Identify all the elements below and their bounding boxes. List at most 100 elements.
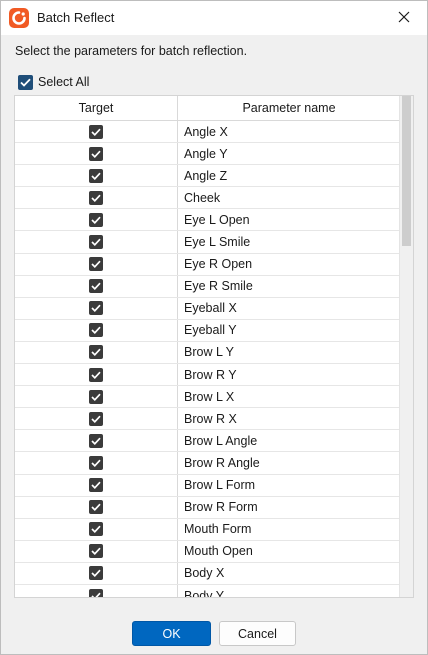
table-row[interactable]: Eye L Smile [15, 231, 400, 254]
target-checkbox[interactable] [89, 146, 103, 161]
table-row[interactable]: Mouth Open [15, 540, 400, 563]
target-checkbox[interactable] [89, 588, 103, 597]
target-checkbox[interactable] [89, 168, 103, 183]
select-all-label: Select All [38, 75, 90, 89]
target-cell [15, 474, 178, 496]
target-checkbox[interactable] [89, 279, 103, 294]
target-checkbox[interactable] [89, 500, 103, 515]
target-cell [15, 165, 178, 187]
table-row[interactable]: Angle X [15, 121, 400, 144]
target-cell [15, 408, 178, 430]
target-cell [15, 319, 178, 341]
parameter-name-cell: Mouth Form [184, 522, 252, 537]
close-icon [398, 11, 410, 26]
scrollbar-thumb[interactable] [402, 96, 411, 246]
parameter-name-cell: Brow R Form [184, 500, 258, 515]
table-row[interactable]: Angle Z [15, 165, 400, 188]
target-checkbox[interactable] [89, 124, 103, 139]
checkbox-checked-icon[interactable] [18, 74, 33, 90]
table-row[interactable]: Brow R Angle [15, 452, 400, 475]
target-cell [15, 452, 178, 474]
table-row[interactable]: Brow L Angle [15, 430, 400, 453]
column-header-target[interactable]: Target [15, 96, 178, 120]
target-checkbox[interactable] [89, 455, 103, 470]
target-cell [15, 143, 178, 165]
target-cell [15, 275, 178, 297]
parameter-name-cell: Mouth Open [184, 544, 253, 559]
select-all-checkbox[interactable]: Select All [18, 73, 89, 91]
table-row[interactable]: Brow L Form [15, 474, 400, 497]
parameter-name-cell: Brow R Y [184, 367, 237, 382]
target-checkbox[interactable] [89, 522, 103, 537]
target-cell [15, 518, 178, 540]
table-row[interactable]: Cheek [15, 187, 400, 210]
target-checkbox[interactable] [89, 301, 103, 316]
target-checkbox[interactable] [89, 544, 103, 559]
table-row[interactable]: Brow R X [15, 408, 400, 431]
target-cell [15, 540, 178, 562]
parameter-name-cell: Body Y [184, 588, 225, 598]
target-checkbox[interactable] [89, 323, 103, 338]
target-checkbox[interactable] [89, 367, 103, 382]
table-row[interactable]: Brow L X [15, 386, 400, 409]
target-cell [15, 562, 178, 584]
target-cell [15, 209, 178, 231]
table-row[interactable]: Eye R Open [15, 253, 400, 276]
parameter-name-cell: Brow L Form [184, 478, 256, 493]
target-checkbox[interactable] [89, 566, 103, 581]
target-cell [15, 253, 178, 275]
target-cell [15, 386, 178, 408]
target-cell [15, 187, 178, 209]
parameter-name-cell: Eyeball Y [184, 323, 237, 338]
target-checkbox[interactable] [89, 433, 103, 448]
target-cell [15, 430, 178, 452]
app-logo-icon [9, 8, 29, 28]
parameter-name-cell: Body X [184, 566, 225, 581]
parameter-name-cell: Brow R Angle [184, 455, 260, 470]
table-row[interactable]: Eye L Open [15, 209, 400, 232]
target-cell [15, 341, 178, 364]
table-row[interactable]: Body X [15, 562, 400, 585]
parameter-name-cell: Eye R Open [184, 257, 253, 272]
target-checkbox[interactable] [89, 389, 103, 404]
target-checkbox[interactable] [89, 212, 103, 227]
table-row[interactable]: Eye R Smile [15, 275, 400, 298]
parameter-name-cell: Brow L Y [184, 345, 235, 360]
target-checkbox[interactable] [89, 257, 103, 272]
parameter-name-cell: Eye R Smile [184, 279, 253, 294]
target-cell [15, 496, 178, 518]
vertical-scrollbar[interactable] [399, 96, 413, 597]
parameter-name-cell: Angle Y [184, 146, 228, 161]
target-cell [15, 364, 178, 386]
close-button[interactable] [381, 1, 427, 35]
table-body: Angle X Angle Y Angle Z Cheek Eye L Open Eye … [15, 121, 400, 598]
table-row[interactable]: Body Y [15, 584, 400, 598]
target-checkbox[interactable] [89, 411, 103, 426]
target-checkbox[interactable] [89, 478, 103, 493]
instructions-text: Select the parameters for batch reflecti… [15, 44, 248, 58]
table-row[interactable]: Eyeball X [15, 297, 400, 320]
batch-reflect-dialog: Batch Reflect Select the parameters for … [0, 0, 428, 655]
parameter-name-cell: Brow L Angle [184, 433, 258, 448]
target-cell [15, 231, 178, 253]
target-checkbox[interactable] [89, 190, 103, 205]
table-row[interactable]: Brow R Form [15, 496, 400, 519]
parameter-name-cell: Angle X [184, 124, 228, 139]
target-checkbox[interactable] [89, 345, 103, 360]
table-header: Target Parameter name [15, 96, 400, 121]
parameter-table: Target Parameter name Angle X Angle Y Angl… [14, 95, 414, 598]
parameter-name-cell: Angle Z [184, 168, 228, 183]
table-row[interactable]: Brow R Y [15, 364, 400, 387]
cancel-button[interactable]: Cancel [219, 621, 296, 646]
table-row[interactable]: Mouth Form [15, 518, 400, 541]
ok-button[interactable]: OK [132, 621, 211, 646]
table-row[interactable]: Brow L Y [15, 341, 400, 365]
table-row[interactable]: Angle Y [15, 143, 400, 166]
parameter-name-cell: Brow L X [184, 389, 235, 404]
target-checkbox[interactable] [89, 235, 103, 250]
table-row[interactable]: Eyeball Y [15, 319, 400, 342]
column-header-parameter-name[interactable]: Parameter name [178, 96, 400, 120]
parameter-name-cell: Cheek [184, 190, 221, 205]
target-cell [15, 584, 178, 597]
parameter-name-cell: Eye L Open [184, 212, 250, 227]
